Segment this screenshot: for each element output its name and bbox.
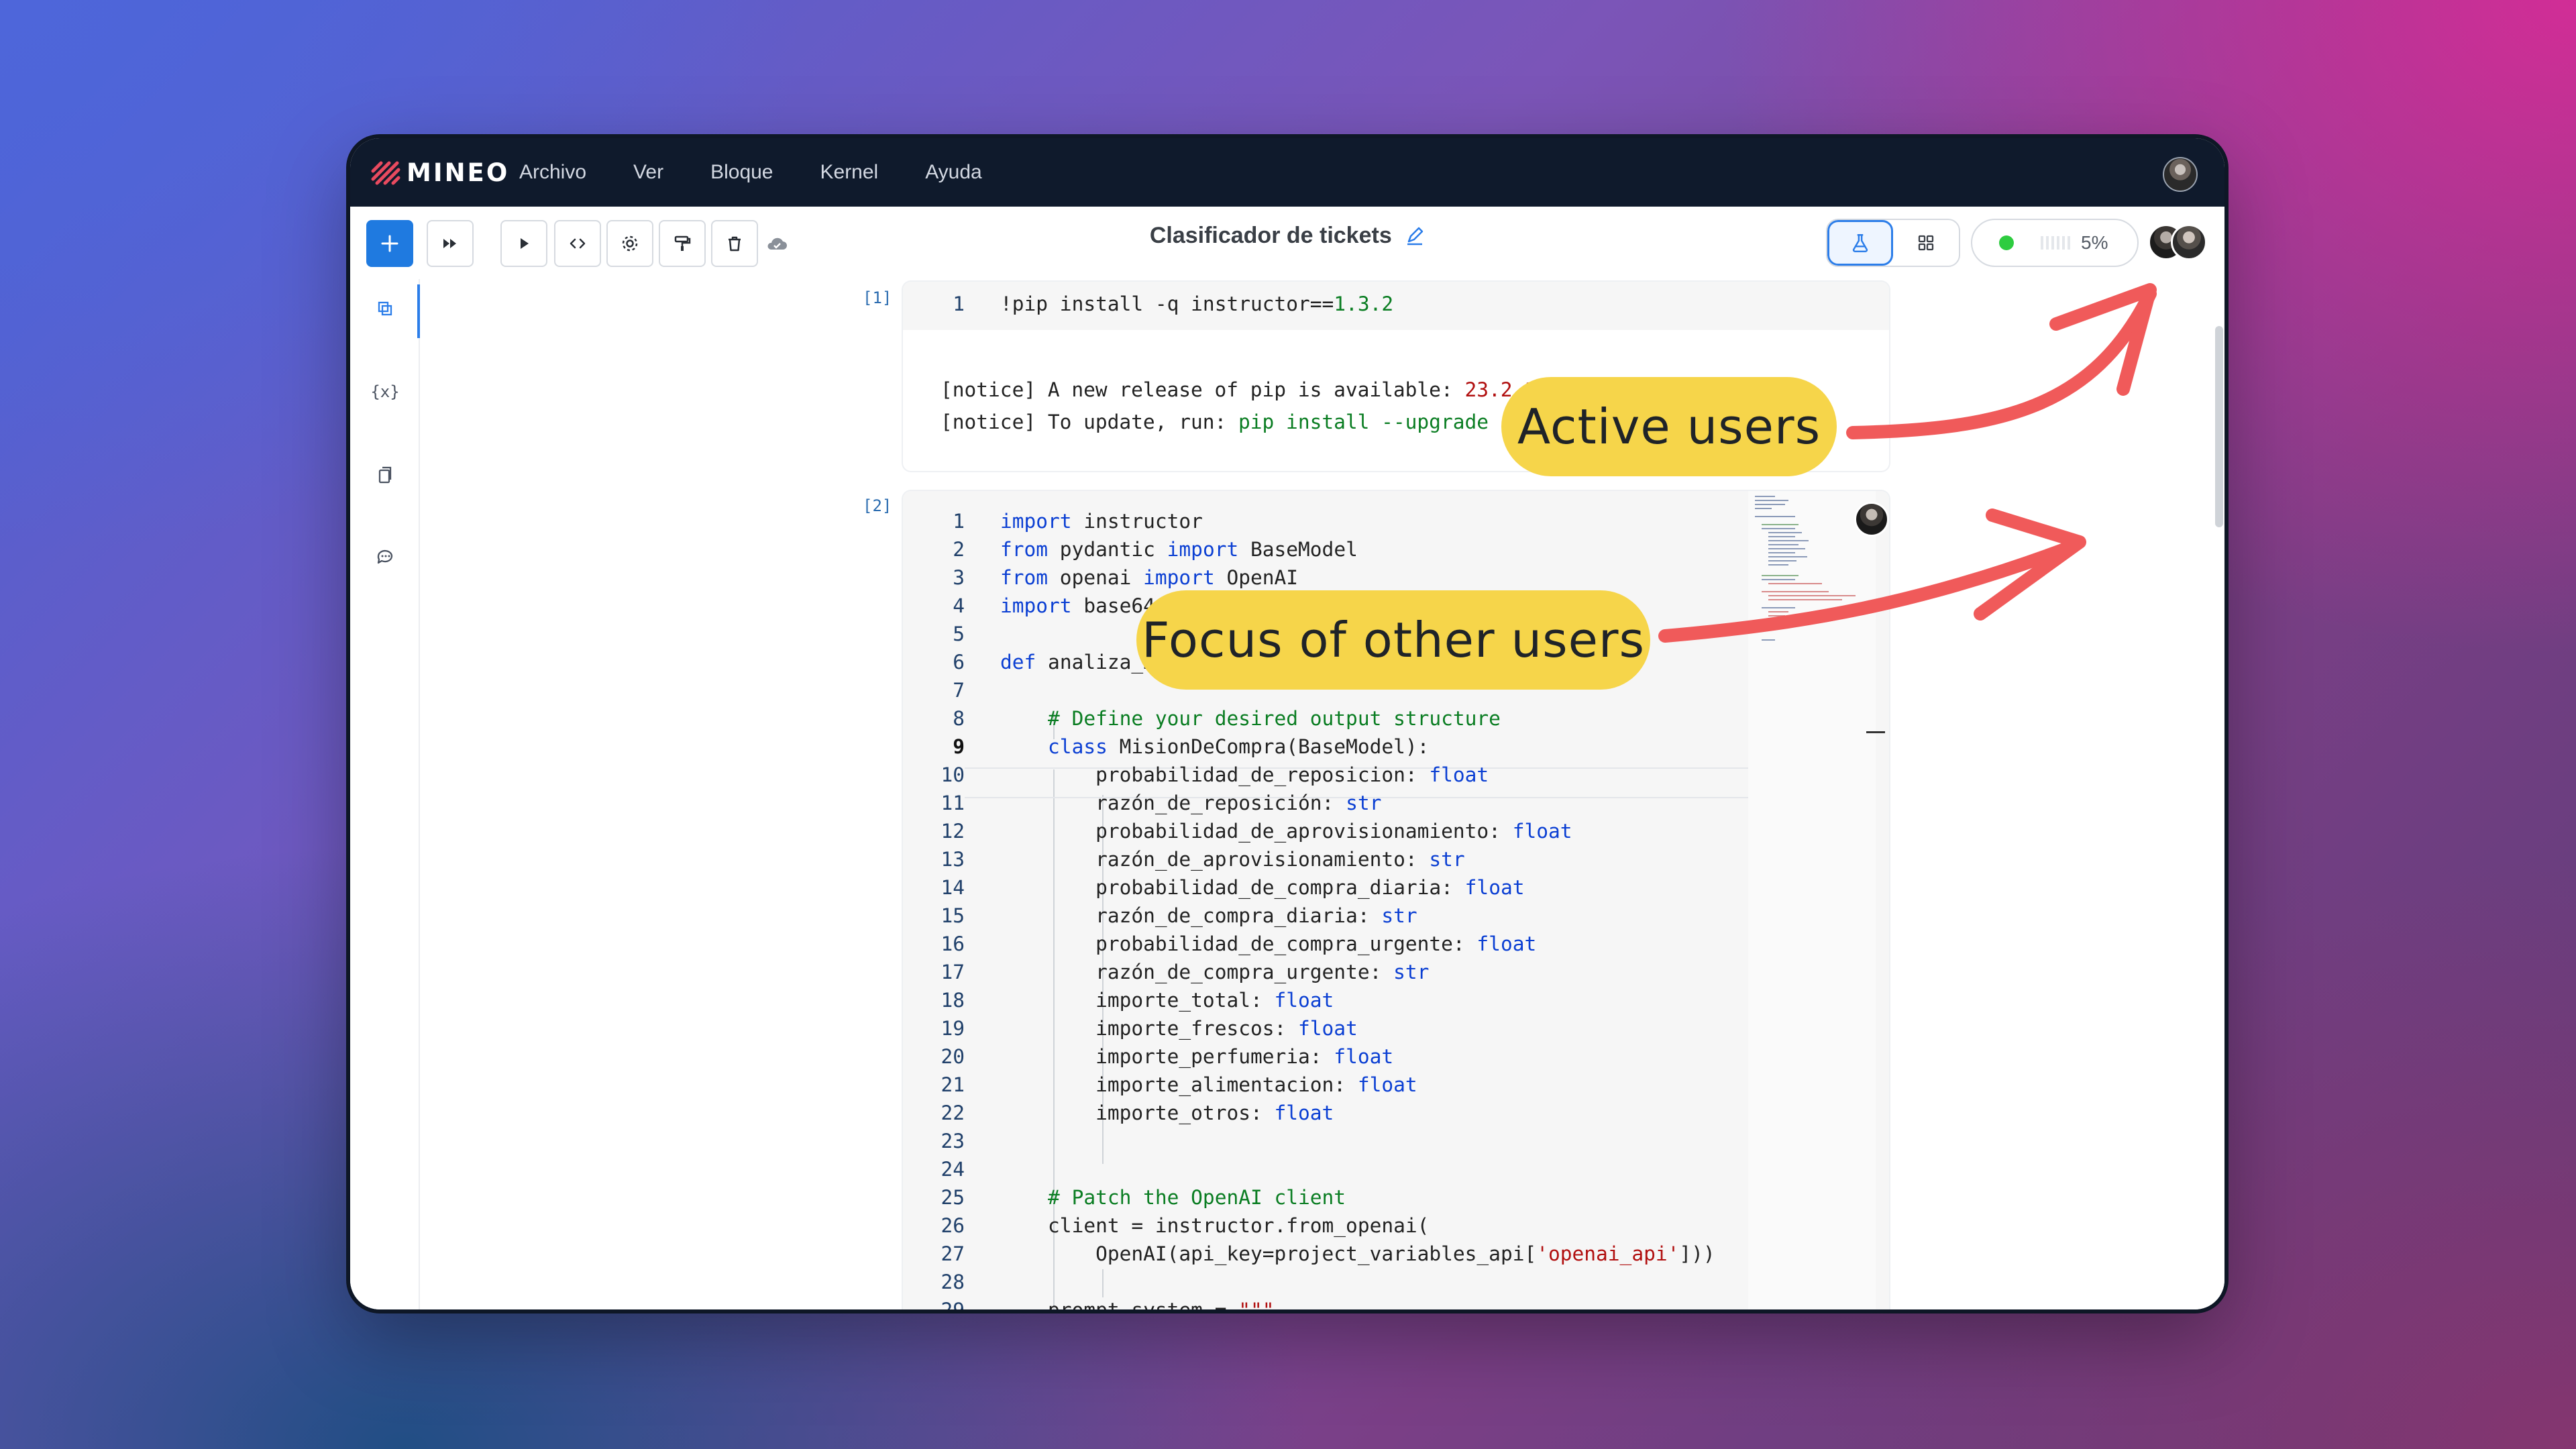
focus-users-annotation: Focus of other users [1136,590,1650,690]
active-users-annotation: Active users [1501,377,1837,476]
annotation-arrows [1658,283,2157,643]
